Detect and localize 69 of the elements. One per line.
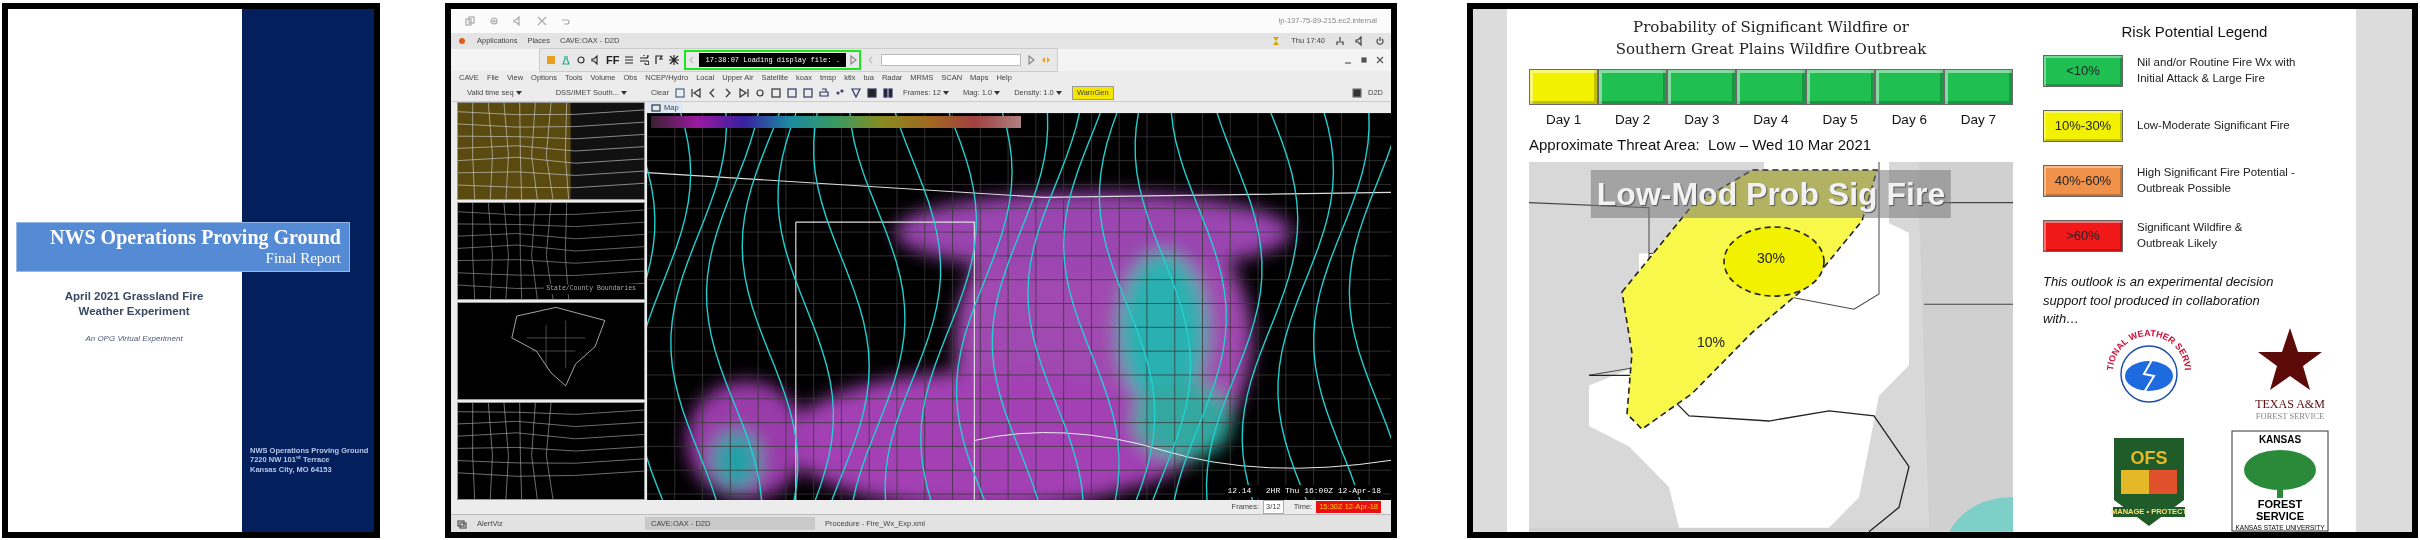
probability-label: 30% [1757, 249, 1786, 269]
map-time-label: 12.14 2HR Thu 16:00Z 12-Apr-18 [1225, 485, 1383, 497]
caret-icon [1055, 91, 1062, 96]
network-icon[interactable] [1335, 36, 1345, 46]
apps-icon[interactable] [457, 36, 467, 46]
risk-description: Low-Moderate Significant Fire [2137, 118, 2290, 134]
snowflake-icon[interactable] [669, 55, 680, 65]
risk-description: Nil and/or Routine Fire Wx with Initial Attack & Large Fire [2137, 55, 2296, 86]
day-label: Day 5 [1822, 110, 1858, 129]
first-frame-icon[interactable] [690, 88, 701, 98]
panel-icon[interactable] [802, 88, 813, 98]
triangle-icon[interactable] [850, 88, 861, 98]
layer-icon[interactable] [786, 88, 797, 98]
risk-range-label: 10%-30% [2043, 109, 2123, 142]
report-subtitle: Final Report [264, 250, 341, 267]
speaker-icon[interactable] [591, 55, 601, 65]
maximize-icon[interactable] [1359, 55, 1369, 65]
cycle-icon[interactable] [576, 55, 586, 65]
last-frame-icon[interactable] [738, 88, 749, 98]
day-label: Day 6 [1891, 110, 1927, 129]
experiment-tagline: An OPG Virtual Experiment [84, 332, 184, 345]
day-label: Day 4 [1753, 110, 1789, 129]
list-icon[interactable] [624, 55, 635, 65]
tree-icon [2244, 450, 2317, 498]
logo-text: OFS [2130, 448, 2168, 468]
flag-icon[interactable] [654, 55, 665, 65]
star-icon [2258, 328, 2323, 390]
risk-description: High Significant Fire Potential - Outbreak Possible [2137, 165, 2295, 196]
logo-text: TEXAS A&M [2255, 397, 2326, 411]
perspective-icon[interactable] [1352, 88, 1362, 98]
legend-title: Risk Potential Legend [2120, 22, 2269, 42]
fast-button[interactable]: FF [606, 51, 620, 69]
day-label: Day 7 [1960, 110, 1997, 129]
map-icon[interactable] [651, 102, 661, 113]
logo-text: FOREST [2257, 498, 2303, 510]
collaboration-note: This outlook is an experimental decision support tool produced in collaboration with… [2043, 273, 2275, 328]
day-label: Day 2 [1615, 110, 1651, 129]
wind-icon[interactable] [639, 55, 650, 65]
close-icon[interactable] [1375, 55, 1385, 65]
day-label: Day 1 [1545, 110, 1582, 129]
risk-range-label: >60% [2043, 219, 2123, 252]
columns-icon[interactable] [882, 88, 893, 98]
caret-icon [515, 91, 522, 96]
slide-title: Probability of Significant Wildfire or Southern Great Plains Wildfire Outbreak [1614, 17, 1928, 60]
caret-icon [620, 91, 627, 96]
report-title: NWS Operations Proving Ground [49, 226, 341, 248]
forward-icon[interactable] [847, 55, 858, 65]
command-field[interactable] [880, 54, 1021, 66]
logo-text: FOREST SERVICE [2256, 411, 2325, 421]
risk-range-label: <10% [2043, 55, 2123, 87]
logo-text: KANSAS [2259, 434, 2302, 445]
power-icon[interactable] [1375, 36, 1385, 46]
probability-label: 10% [1697, 333, 1726, 353]
block-icon[interactable] [866, 88, 877, 98]
logo-text: SERVICE [2256, 510, 2305, 522]
volume-icon[interactable] [1355, 36, 1365, 46]
caret-icon [994, 91, 1001, 96]
caret-icon [942, 91, 949, 96]
day-label: Day 3 [1684, 110, 1720, 129]
threat-area-caption: Approximate Threat Area: Low – Wed 10 Mar 2021 [1529, 134, 1873, 155]
risk-description: Significant Wildfire & Outbreak Likely [2137, 220, 2243, 251]
frame-icon[interactable] [674, 88, 685, 98]
print-icon[interactable] [818, 88, 829, 98]
image-icon[interactable] [770, 88, 781, 98]
loop-icon[interactable] [754, 88, 765, 98]
risk-range-label: 40%-60% [2043, 164, 2123, 197]
experiment-title: April 2021 Grassland Fire Weather Experiment [63, 289, 205, 319]
desktop-icon[interactable] [457, 518, 467, 529]
forward-icon[interactable] [1025, 55, 1036, 65]
